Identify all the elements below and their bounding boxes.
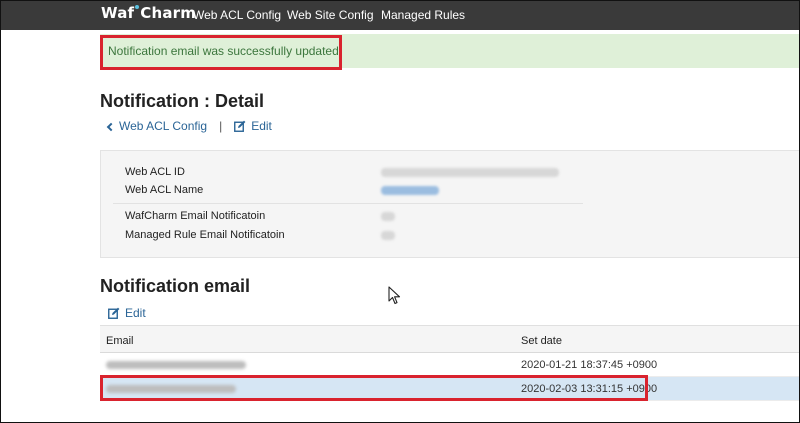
brand-text-left: Waf — [101, 4, 135, 22]
table-row[interactable]: 2020-01-21 18:37:45 +0900 — [100, 353, 800, 377]
web-acl-id-value-redacted — [381, 168, 559, 177]
email-value-redacted — [106, 385, 236, 393]
nav-managed-rules[interactable]: Managed Rules — [381, 8, 465, 22]
set-date-cell: 2020-02-03 13:31:15 +0900 — [521, 383, 658, 395]
wafcharm-email-notification-label: WafCharm Email Notificatoin — [125, 210, 266, 222]
alert-message: Notification email was successfully upda… — [108, 44, 343, 58]
edit-notification-email-link[interactable]: Edit — [108, 306, 146, 320]
email-value-redacted — [106, 361, 246, 369]
brand-text-right: Charm — [140, 4, 197, 22]
wafcharm-logo[interactable]: Waf Charm — [101, 4, 196, 26]
notification-detail-panel: Web ACL ID Web ACL Name WafCharm Email N… — [100, 150, 800, 258]
wafcharm-email-notification-value-redacted — [381, 212, 395, 221]
web-acl-name-value-redacted[interactable] — [381, 186, 439, 195]
nav-web-acl-config[interactable]: Web ACL Config — [193, 8, 281, 22]
chevron-left-icon — [106, 122, 116, 131]
success-alert: Notification email was successfully upda… — [100, 34, 800, 68]
breadcrumb: Web ACL Config | Edit — [106, 119, 272, 133]
detail-divider — [113, 203, 583, 204]
page-title: Notification : Detail — [100, 91, 265, 111]
notification-email-title: Notification email — [100, 276, 251, 296]
breadcrumb-separator: | — [219, 119, 223, 133]
edit-link-label: Edit — [251, 119, 272, 133]
edit-icon — [234, 120, 246, 132]
back-to-web-acl-config-link[interactable]: Web ACL Config — [106, 119, 208, 133]
nav-web-site-config[interactable]: Web Site Config — [287, 8, 374, 22]
table-row-selected[interactable]: 2020-02-03 13:31:15 +0900 — [100, 377, 800, 401]
managed-rule-email-notification-value-redacted — [381, 231, 395, 240]
web-acl-id-label: Web ACL ID — [125, 166, 185, 178]
brand-dot — [135, 5, 140, 9]
mouse-cursor-icon — [388, 286, 402, 306]
edit-detail-link[interactable]: Edit — [234, 119, 272, 133]
top-navbar: Waf Charm Web ACL Config Web Site Config … — [0, 0, 800, 30]
managed-rule-email-notification-label: Managed Rule Email Notificatoin — [125, 229, 285, 241]
edit-icon — [108, 307, 120, 319]
table-header: Email Set date — [100, 325, 800, 353]
back-link-label: Web ACL Config — [119, 119, 208, 133]
set-date-cell: 2020-01-21 18:37:45 +0900 — [521, 359, 658, 371]
edit-notification-email-label: Edit — [125, 306, 146, 320]
column-header-email: Email — [106, 335, 134, 347]
column-header-set-date: Set date — [521, 335, 562, 347]
web-acl-name-label: Web ACL Name — [125, 184, 204, 196]
